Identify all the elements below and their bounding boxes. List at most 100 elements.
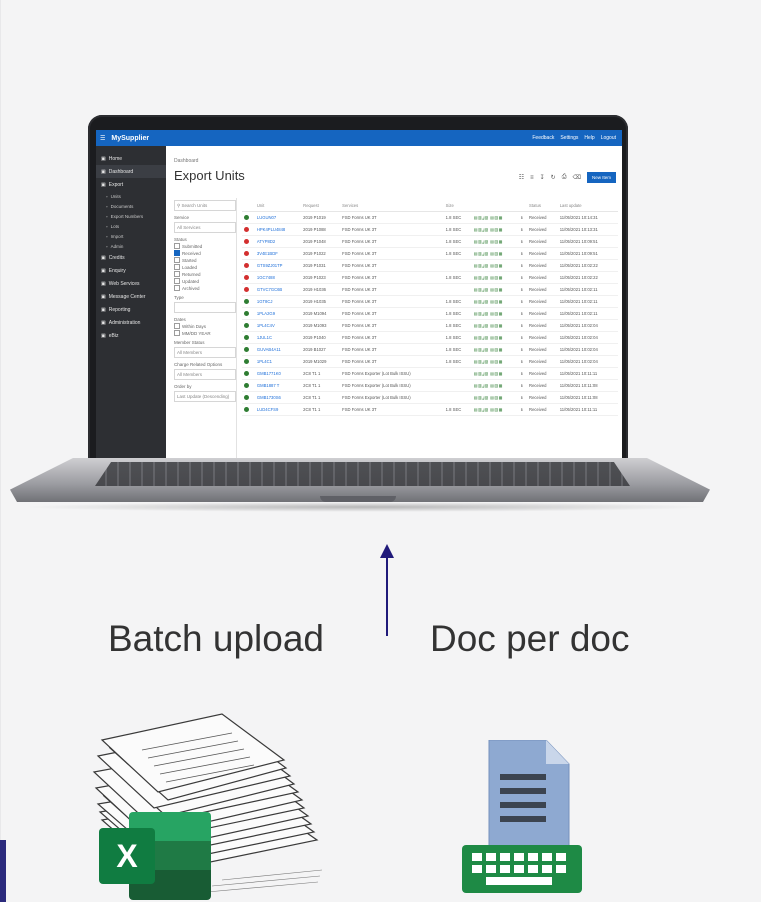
sidebar-item[interactable]: ▫ Units xyxy=(96,191,166,201)
table-row[interactable]: GTVC7GC6B 2019 H1036 FSD Forms UK 3T ▤▥⤓▧ ▤… xyxy=(242,283,618,296)
unit-link[interactable]: HPK4PLU4848 xyxy=(254,223,302,236)
table-row[interactable]: GMB1730S6 2C8 T1 1 FSD Forms Exporter (Lot… xyxy=(242,391,618,404)
row-action-icons[interactable]: ▤▥⤓▧ ▤▥▦ xyxy=(471,307,520,320)
sidebar-item[interactable]: ▣ Administration xyxy=(96,316,166,329)
row-action-icons[interactable]: ▤▥⤓▧ ▤▥▦ xyxy=(471,403,520,416)
search-input[interactable]: ⚲ Search Units xyxy=(174,200,236,211)
unit-link[interactable]: 1GC7488 xyxy=(254,271,302,284)
unit-link[interactable]: GMB1887 T xyxy=(254,379,302,392)
sidebar-item[interactable]: ▣ Dashboard xyxy=(96,165,166,178)
checkbox-box[interactable] xyxy=(174,250,180,256)
table-row[interactable]: 1GC7488 2019 P1023 FSD Forms UK 3T 1.8 SEC ▤… xyxy=(242,271,618,284)
table-row[interactable]: HPK4PLU4848 2019 P1088 FSD Forms UK 3T 1.8 … xyxy=(242,223,618,236)
row-action-icons[interactable]: ▤▥⤓▧ ▤▥▦ xyxy=(471,331,520,344)
table-row[interactable]: GMB1771K0 2C8 T1 1 FSD Forms Exporter (Lot… xyxy=(242,367,618,380)
sidebar-item[interactable]: ▣ Credits xyxy=(96,251,166,264)
unit-link[interactable]: GMB1730S6 xyxy=(254,391,302,404)
sidebar-item[interactable]: ▣ Home xyxy=(96,152,166,165)
unit-link[interactable]: ATYP8D2 xyxy=(254,235,302,248)
delete-icon[interactable]: ⌫ xyxy=(573,174,581,181)
unit-link[interactable]: 1JUL1C xyxy=(254,331,302,344)
menu-icon[interactable]: ☰ xyxy=(100,135,105,142)
dates-option-date[interactable]: MM/DD YEAR xyxy=(174,330,236,336)
table-row[interactable]: 1PLA2G9 2019 M1094 FSD Forms UK 3T 1.8 SEC ▤… xyxy=(242,307,618,320)
column-header[interactable] xyxy=(242,200,255,212)
columns-icon[interactable]: ≡ xyxy=(530,175,534,181)
table-row[interactable]: GTS9ZJ01TP 2019 P1031 FSD Forms UK 3T ▤▥⤓▧ … xyxy=(242,259,618,272)
unit-link[interactable]: GMB1771K0 xyxy=(254,367,302,380)
service-select[interactable]: All Services xyxy=(174,222,236,233)
row-action-icons[interactable]: ▤▥⤓▧ ▤▥▦ xyxy=(471,259,520,272)
table-row[interactable]: LUD4CFS9 2C8 T1 1 FSD Forms UK 3T 1.8 SEC ▤▥… xyxy=(242,403,618,416)
column-header[interactable]: Services xyxy=(340,200,444,212)
status-checkbox[interactable]: Received xyxy=(174,250,236,256)
refresh-icon[interactable]: ↻ xyxy=(551,174,556,181)
sidebar-item[interactable]: ▣ eBiz xyxy=(96,329,166,342)
breadcrumb[interactable]: Dashboard xyxy=(174,158,198,164)
sidebar-item[interactable]: ▫ Export Numbers xyxy=(96,211,166,221)
table-row[interactable]: 1GT8CJ 2019 H1035 FSD Forms UK 3T 1.8 SEC ▤▥… xyxy=(242,295,618,308)
checkbox-box[interactable] xyxy=(174,257,180,263)
sidebar-item[interactable]: ▫ Import xyxy=(96,231,166,241)
row-action-icons[interactable]: ▤▥⤓▧ ▤▥▦ xyxy=(471,283,520,296)
checkbox-box[interactable] xyxy=(174,264,180,270)
table-row[interactable]: 1PL4C4V 2019 M1093 FSD Forms UK 3T 1.8 SEC ▤… xyxy=(242,319,618,332)
topbar-link[interactable]: Logout xyxy=(601,135,616,141)
dates-option-within[interactable]: Within Days xyxy=(174,323,236,329)
table-row[interactable]: GUVAB4A11 2019 B1027 FSD Forms UK 3T 1.8 SE… xyxy=(242,343,618,356)
status-checkbox[interactable]: Submitted xyxy=(174,243,236,249)
unit-link[interactable]: 1PLA2G9 xyxy=(254,307,302,320)
table-row[interactable]: LUGUN07 2019 P1019 FSD Forms UK 3T 1.8 SEC ▤… xyxy=(242,211,618,224)
unit-link[interactable]: GTVC7GC6B xyxy=(254,283,302,296)
row-action-icons[interactable]: ▤▥⤓▧ ▤▥▦ xyxy=(471,319,520,332)
row-action-icons[interactable]: ▤▥⤓▧ ▤▥▦ xyxy=(471,235,520,248)
topbar-link[interactable]: Settings xyxy=(560,135,578,141)
unit-link[interactable]: 1PL4C4V xyxy=(254,319,302,332)
status-checkbox[interactable]: Started xyxy=(174,257,236,263)
new-item-button[interactable]: New Item xyxy=(586,172,616,183)
column-header[interactable] xyxy=(471,200,520,212)
sidebar-item[interactable]: ▫ Admin xyxy=(96,241,166,251)
unit-link[interactable]: 1GT8CJ xyxy=(254,295,302,308)
unit-link[interactable]: LUGUN07 xyxy=(254,211,302,224)
sidebar-item[interactable]: ▣ Web Services xyxy=(96,277,166,290)
table-row[interactable]: GMB1887 T 2C8 T1 1 FSD Forms Exporter (Lot… xyxy=(242,379,618,392)
sidebar-item[interactable]: ▫ Lots xyxy=(96,221,166,231)
row-action-icons[interactable]: ▤▥⤓▧ ▤▥▦ xyxy=(471,211,520,224)
status-checkbox[interactable]: Returned xyxy=(174,271,236,277)
sidebar-item[interactable]: ▫ Documents xyxy=(96,201,166,211)
status-checkbox[interactable]: Updated xyxy=(174,278,236,284)
checkbox-box[interactable] xyxy=(174,278,180,284)
row-action-icons[interactable]: ▤▥⤓▧ ▤▥▦ xyxy=(471,295,520,308)
sidebar-item[interactable]: ▣ Export xyxy=(96,178,166,191)
topbar-link[interactable]: Feedback xyxy=(532,135,554,141)
row-action-icons[interactable]: ▤▥⤓▧ ▤▥▦ xyxy=(471,343,520,356)
row-action-icons[interactable]: ▤▥⤓▧ ▤▥▦ xyxy=(471,247,520,260)
checkbox-box[interactable] xyxy=(174,285,180,291)
type-select[interactable] xyxy=(174,302,236,313)
column-header[interactable]: Size xyxy=(443,200,472,212)
unit-link[interactable]: GUVAB4A11 xyxy=(254,343,302,356)
row-action-icons[interactable]: ▤▥⤓▧ ▤▥▦ xyxy=(471,271,520,284)
table-row[interactable]: 1PL4C1 2019 M1029 FSD Forms UK 3T 1.8 SEC ▤▥… xyxy=(242,355,618,368)
unit-link[interactable]: GTS9ZJ01TP xyxy=(254,259,302,272)
row-action-icons[interactable]: ▤▥⤓▧ ▤▥▦ xyxy=(471,391,520,404)
column-header[interactable]: Request xyxy=(301,200,341,212)
unit-link[interactable]: LUD4CFS9 xyxy=(254,403,302,416)
unit-link[interactable]: 3V4E1BDF xyxy=(254,247,302,260)
table-row[interactable]: 3V4E1BDF 2019 P1022 FSD Forms UK 3T 1.8 SEC… xyxy=(242,247,618,260)
table-row[interactable]: 1JUL1C 2019 P1040 FSD Forms UK 3T 1.8 SEC ▤▥… xyxy=(242,331,618,344)
column-header[interactable]: Last update xyxy=(557,200,618,212)
table-row[interactable]: ATYP8D2 2019 P1048 FSD Forms UK 3T 1.8 SEC ▤… xyxy=(242,235,618,248)
sidebar-item[interactable]: ▣ Message Center xyxy=(96,290,166,303)
download-icon[interactable]: ↧ xyxy=(540,174,545,181)
charge-select[interactable]: All Members xyxy=(174,369,236,380)
app-brand[interactable]: MySupplier xyxy=(111,135,149,142)
row-action-icons[interactable]: ▤▥⤓▧ ▤▥▦ xyxy=(471,355,520,368)
topbar-link[interactable]: Help xyxy=(584,135,594,141)
member-select[interactable]: All Members xyxy=(174,347,236,358)
unit-link[interactable]: 1PL4C1 xyxy=(254,355,302,368)
print-icon[interactable]: ⎙ xyxy=(562,174,567,181)
sidebar-item[interactable]: ▣ Enquiry xyxy=(96,264,166,277)
row-action-icons[interactable]: ▤▥⤓▧ ▤▥▦ xyxy=(471,379,520,392)
